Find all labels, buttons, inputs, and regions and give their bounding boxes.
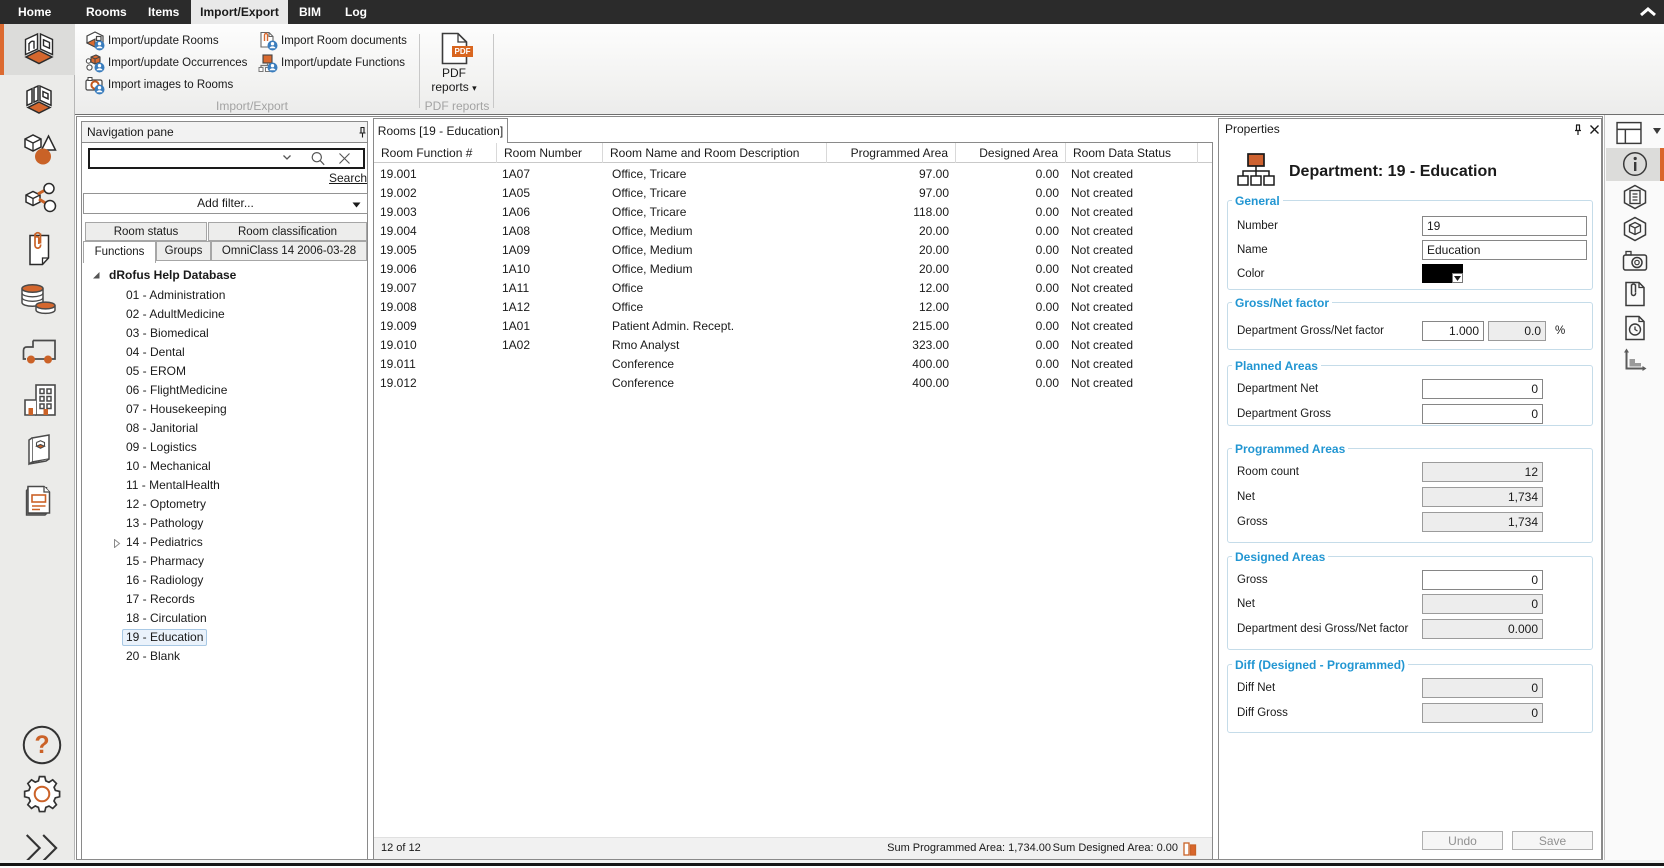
svg-text:?: ? <box>34 732 49 759</box>
